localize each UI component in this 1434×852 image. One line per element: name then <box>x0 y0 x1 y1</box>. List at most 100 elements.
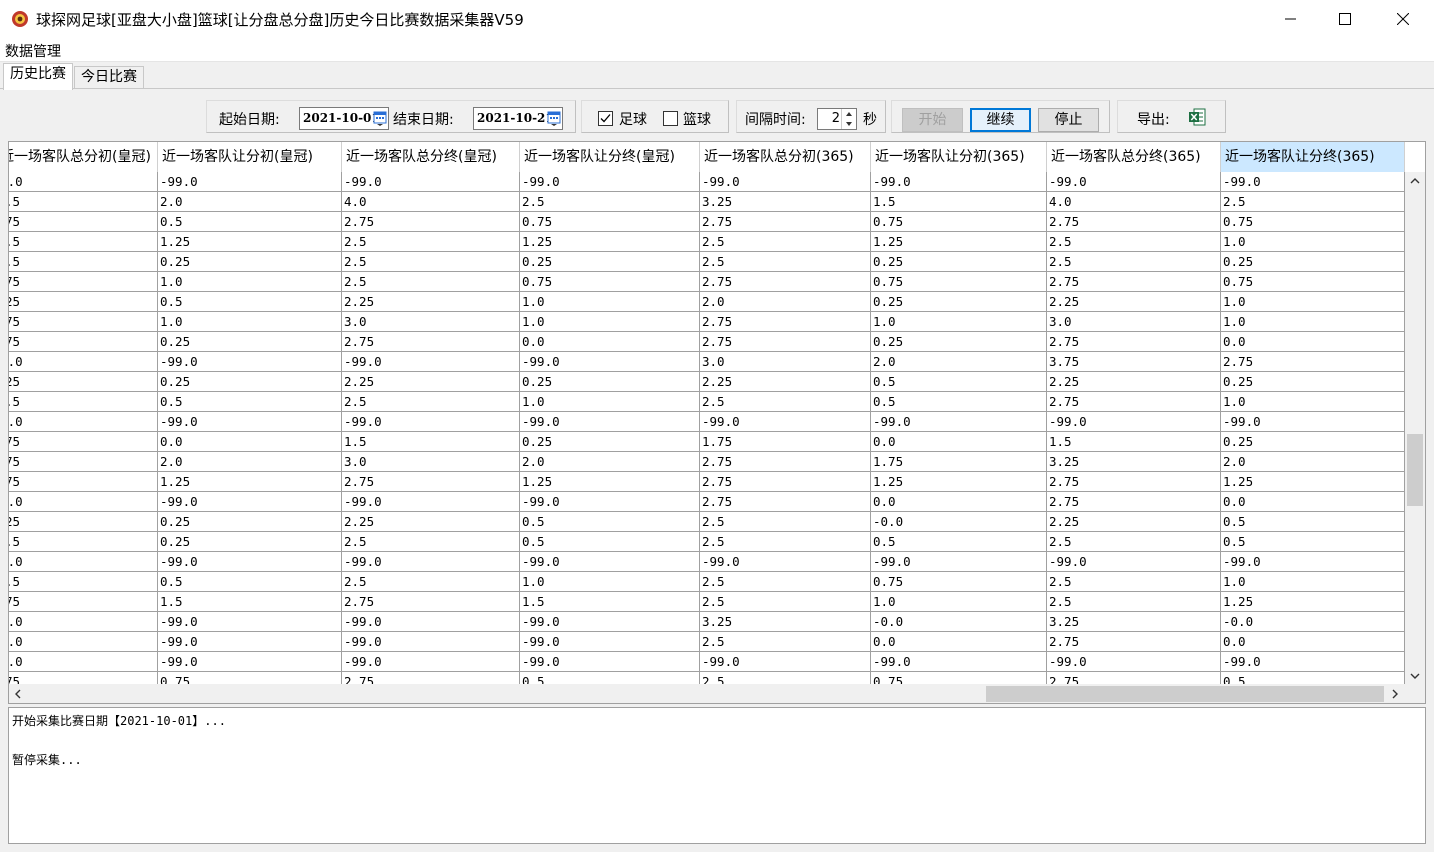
table-cell[interactable]: -99.0 <box>520 172 700 192</box>
table-cell[interactable]: 1.0 <box>520 312 700 332</box>
table-cell[interactable]: -99.0 <box>1221 172 1405 192</box>
table-cell[interactable]: 2.75 <box>700 472 871 492</box>
table-cell[interactable]: 0.5 <box>158 292 342 312</box>
table-cell[interactable]: 1.75 <box>871 452 1047 472</box>
table-row[interactable]: -99.0-99.0-99.0-99.0-99.0-99.0-99.0-99.0 <box>9 652 1405 672</box>
table-cell[interactable]: 2.75 <box>1047 672 1221 684</box>
table-cell[interactable]: 0.25 <box>158 332 342 352</box>
table-row[interactable]: 2.250.52.251.02.00.252.251.0 <box>9 292 1405 312</box>
column-header[interactable]: 近一场客队总分初(365) <box>700 142 871 172</box>
table-row[interactable]: 2.750.52.750.752.750.752.750.75 <box>9 212 1405 232</box>
table-cell[interactable]: -99.0 <box>700 172 871 192</box>
table-cell[interactable]: -99.0 <box>9 552 158 572</box>
table-cell[interactable]: 2.5 <box>342 572 520 592</box>
table-cell[interactable]: 1.25 <box>871 232 1047 252</box>
table-row[interactable]: 2.751.52.751.52.51.02.51.25 <box>9 592 1405 612</box>
stepper-arrows[interactable] <box>841 109 856 129</box>
table-cell[interactable]: 2.75 <box>1047 332 1221 352</box>
table-cell[interactable]: -99.0 <box>9 412 158 432</box>
table-cell[interactable]: 2.5 <box>700 512 871 532</box>
maximize-button[interactable] <box>1316 0 1374 38</box>
table-cell[interactable]: 1.75 <box>9 432 158 452</box>
table-cell[interactable]: 2.75 <box>1047 492 1221 512</box>
table-cell[interactable]: 1.0 <box>1221 392 1405 412</box>
table-cell[interactable]: 2.0 <box>158 192 342 212</box>
table-cell[interactable]: 2.75 <box>342 332 520 352</box>
table-cell[interactable]: 2.75 <box>9 332 158 352</box>
table-cell[interactable]: -99.0 <box>158 552 342 572</box>
table-row[interactable]: 1.750.01.50.251.750.01.50.25 <box>9 432 1405 452</box>
table-row[interactable]: -99.0-99.0-99.0-99.0-99.0-99.0-99.0-99.0 <box>9 412 1405 432</box>
table-cell[interactable]: -99.0 <box>158 412 342 432</box>
table-cell[interactable]: 2.5 <box>700 592 871 612</box>
vertical-scroll-thumb[interactable] <box>1407 434 1423 506</box>
table-cell[interactable]: 2.75 <box>342 212 520 232</box>
table-cell[interactable]: 2.5 <box>700 252 871 272</box>
table-cell[interactable]: -99.0 <box>158 632 342 652</box>
table-cell[interactable]: 1.5 <box>871 192 1047 212</box>
table-cell[interactable]: 2.75 <box>1047 212 1221 232</box>
table-cell[interactable]: 0.5 <box>871 392 1047 412</box>
table-cell[interactable]: 0.5 <box>520 672 700 684</box>
table-cell[interactable]: 0.0 <box>1221 332 1405 352</box>
basketball-checkbox[interactable] <box>663 111 678 126</box>
table-cell[interactable]: 2.5 <box>700 532 871 552</box>
table-cell[interactable]: 2.75 <box>9 452 158 472</box>
table-cell[interactable]: 2.5 <box>520 192 700 212</box>
table-cell[interactable]: 0.75 <box>158 672 342 684</box>
table-cell[interactable]: -99.0 <box>342 552 520 572</box>
table-cell[interactable]: 4.0 <box>342 192 520 212</box>
table-cell[interactable]: 1.25 <box>158 472 342 492</box>
minimize-button[interactable] <box>1262 0 1320 38</box>
scroll-up-button[interactable] <box>1405 172 1425 189</box>
table-row[interactable]: -99.0-99.0-99.0-99.02.750.02.750.0 <box>9 492 1405 512</box>
table-cell[interactable]: 2.5 <box>1221 192 1405 212</box>
table-cell[interactable]: -99.0 <box>342 632 520 652</box>
table-row[interactable]: 2.50.52.51.02.50.752.51.0 <box>9 572 1405 592</box>
table-cell[interactable]: -99.0 <box>520 552 700 572</box>
table-cell[interactable]: 2.5 <box>700 672 871 684</box>
table-cell[interactable]: 3.0 <box>1047 312 1221 332</box>
table-cell[interactable]: 2.25 <box>700 372 871 392</box>
table-row[interactable]: 2.50.252.50.52.50.52.50.5 <box>9 532 1405 552</box>
table-cell[interactable]: 2.75 <box>342 472 520 492</box>
table-cell[interactable]: 0.5 <box>158 392 342 412</box>
table-cell[interactable]: 1.25 <box>520 232 700 252</box>
table-cell[interactable]: 0.75 <box>520 212 700 232</box>
table-cell[interactable]: -99.0 <box>1221 552 1405 572</box>
table-cell[interactable]: -0.0 <box>871 612 1047 632</box>
table-cell[interactable]: 2.75 <box>9 592 158 612</box>
table-cell[interactable]: 1.0 <box>1221 312 1405 332</box>
table-cell[interactable]: 2.25 <box>342 292 520 312</box>
table-cell[interactable]: 0.25 <box>1221 252 1405 272</box>
table-cell[interactable]: 2.25 <box>9 512 158 532</box>
table-cell[interactable]: -99.0 <box>9 632 158 652</box>
table-cell[interactable]: 3.0 <box>700 352 871 372</box>
table-cell[interactable]: 3.25 <box>1047 452 1221 472</box>
table-cell[interactable]: 1.0 <box>520 572 700 592</box>
table-cell[interactable]: 2.5 <box>1047 252 1221 272</box>
table-cell[interactable]: 0.25 <box>1221 432 1405 452</box>
excel-icon[interactable] <box>1188 108 1206 126</box>
table-cell[interactable]: -99.0 <box>342 492 520 512</box>
table-cell[interactable]: 1.5 <box>520 592 700 612</box>
table-cell[interactable]: 1.25 <box>871 472 1047 492</box>
table-cell[interactable]: -99.0 <box>520 352 700 372</box>
horizontal-scrollbar[interactable] <box>9 684 1405 703</box>
table-cell[interactable]: 2.5 <box>342 392 520 412</box>
table-cell[interactable]: 0.5 <box>1221 672 1405 684</box>
table-cell[interactable]: 2.5 <box>342 532 520 552</box>
table-cell[interactable]: 1.0 <box>871 592 1047 612</box>
table-cell[interactable]: 2.5 <box>9 392 158 412</box>
table-row[interactable]: -99.0-99.0-99.0-99.03.02.03.752.75 <box>9 352 1405 372</box>
table-cell[interactable]: 0.0 <box>1221 632 1405 652</box>
table-cell[interactable]: -99.0 <box>1047 552 1221 572</box>
table-cell[interactable]: 0.75 <box>871 572 1047 592</box>
column-header[interactable]: 近一场客队让分终(皇冠) <box>520 142 700 172</box>
table-cell[interactable]: 0.5 <box>158 212 342 232</box>
table-cell[interactable]: 2.5 <box>700 632 871 652</box>
table-cell[interactable]: 3.75 <box>1047 352 1221 372</box>
table-cell[interactable]: 2.25 <box>9 292 158 312</box>
vertical-scrollbar[interactable] <box>1405 172 1425 684</box>
table-cell[interactable]: 0.0 <box>871 632 1047 652</box>
